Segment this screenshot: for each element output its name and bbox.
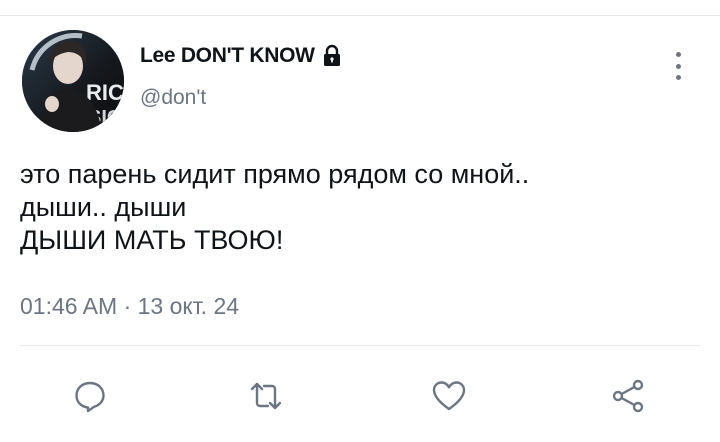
lock-icon [320,44,344,68]
author-handle[interactable]: @don't [140,86,206,110]
share-icon [612,379,644,413]
like-button[interactable] [430,377,468,415]
share-button[interactable] [609,377,647,415]
retweet-button[interactable] [247,377,285,415]
tweet-text: это парень сидит прямо рядом со мной.. д… [20,158,700,257]
bottom-divider [20,345,700,346]
display-name[interactable]: Lee DON'T KNOW [140,44,344,68]
avatar-text: RICA [86,80,124,105]
display-name-text: Lee DON'T KNOW [140,44,315,67]
tweet-timestamp[interactable]: 01:46 AM · 13 окт. 24 [20,293,239,320]
top-divider [0,15,720,16]
heart-icon [432,381,466,411]
avatar[interactable]: RICA SIC [22,30,124,132]
tweet-line: дыши.. дыши [20,192,187,222]
more-options-icon[interactable] [672,52,684,80]
speech-bubble-icon [75,381,105,413]
tweet-line: ДЫШИ МАТЬ ТВОЮ! [20,225,284,255]
retweet-icon [250,382,282,410]
tweet-line: это парень сидит прямо рядом со мной.. [20,159,530,189]
reply-button[interactable] [71,377,109,415]
